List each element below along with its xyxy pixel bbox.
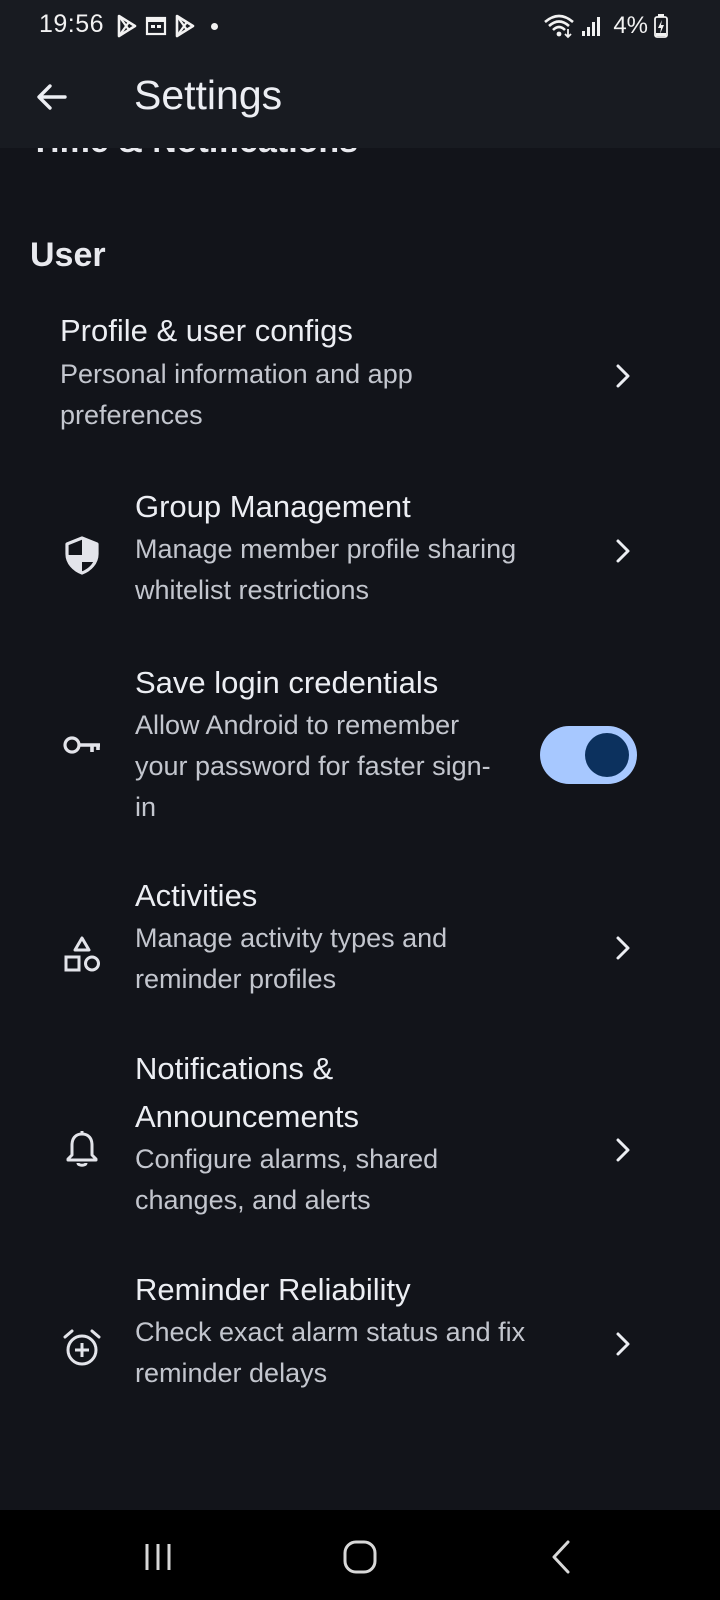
more-notifications-dot [211,22,218,30]
page-title: Settings [134,72,283,118]
item-subtitle: Personal information and app preferences [60,359,413,430]
bell-icon [66,1131,98,1167]
item-title: Activities [135,878,258,913]
system-status-icons: 4% [543,12,668,40]
play-store-icon [175,14,195,38]
chevron-right-icon [616,539,630,563]
settings-item-save-login-credentials[interactable]: Save login credentials Allow Android to … [0,659,720,859]
chevron-right-icon [616,1138,630,1162]
settings-item-group-management[interactable]: Group Management Manage member profile s… [0,483,720,643]
status-bar: 19:56 4% [0,0,720,52]
calendar-icon [145,16,167,36]
chevron-right-icon [616,1332,630,1356]
home-icon[interactable] [340,1537,380,1577]
alarm-add-icon [63,1329,101,1366]
settings-item-activities[interactable]: Activities Manage activity types and rem… [0,872,720,1032]
section-header-user: User [30,236,106,274]
item-subtitle: Check exact alarm status and fix reminde… [135,1317,526,1388]
key-icon [63,736,100,754]
settings-list[interactable]: Time & Notifications User Profile & user… [0,52,720,1510]
status-time: 19:56 [39,10,105,38]
item-title: Profile & user configs [60,313,353,348]
chevron-right-icon [616,936,630,960]
shield-icon [65,536,99,575]
save-credentials-toggle[interactable] [540,726,637,784]
item-title: Reminder Reliability [135,1272,411,1307]
toggle-knob [585,733,629,777]
wifi-icon [544,14,575,39]
item-subtitle: Allow Android to remember your password … [135,710,491,822]
battery-charging-icon [654,14,668,38]
shapes-icon [64,936,100,972]
signal-icon [582,17,601,36]
settings-item-notifications[interactable]: Notifications & Announcements Configure … [0,1045,720,1255]
app-bar: Settings [0,52,720,148]
navigation-bar [0,1510,720,1600]
settings-item-reminder-reliability[interactable]: Reminder Reliability Check exact alarm s… [0,1266,720,1426]
item-title: Notifications & Announcements [135,1051,360,1134]
notification-icons [116,14,218,38]
item-title: Group Management [135,489,411,524]
item-subtitle: Configure alarms, shared changes, and al… [135,1144,439,1215]
back-icon[interactable] [542,1537,582,1577]
recents-icon[interactable] [138,1537,178,1577]
item-title: Save login credentials [135,665,439,700]
play-store-icon [117,14,137,38]
battery-percent: 4% [613,12,648,39]
item-subtitle: Manage activity types and reminder profi… [135,923,448,994]
chevron-right-icon [616,364,630,388]
item-subtitle: Manage member profile sharing whitelist … [135,534,517,605]
back-arrow-icon[interactable] [35,80,69,114]
settings-item-profile[interactable]: Profile & user configs Personal informat… [0,307,720,467]
